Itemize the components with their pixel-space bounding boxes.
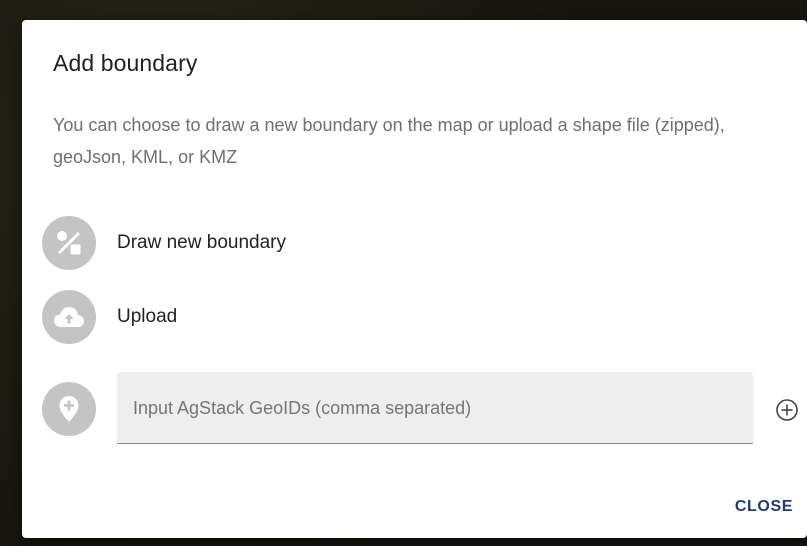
geoid-input-row: [42, 372, 798, 448]
geoid-field: [117, 372, 753, 444]
cloud-upload-icon: [42, 290, 96, 344]
close-button[interactable]: CLOSE: [735, 494, 793, 520]
add-boundary-dialog: Add boundary You can choose to draw a ne…: [22, 20, 807, 538]
draw-shapes-icon: [42, 216, 96, 270]
draw-new-boundary-option[interactable]: Draw new boundary: [42, 216, 286, 270]
geoid-input[interactable]: [133, 392, 733, 424]
draw-new-boundary-label: Draw new boundary: [117, 232, 286, 253]
add-circle-icon: [776, 399, 798, 421]
dialog-description: You can choose to draw a new boundary on…: [53, 115, 725, 167]
dialog-title: Add boundary: [53, 50, 198, 76]
location-pin-icon: [42, 382, 96, 436]
upload-label: Upload: [117, 306, 178, 327]
add-geoid-button[interactable]: [774, 397, 800, 423]
upload-option[interactable]: Upload: [42, 290, 177, 344]
